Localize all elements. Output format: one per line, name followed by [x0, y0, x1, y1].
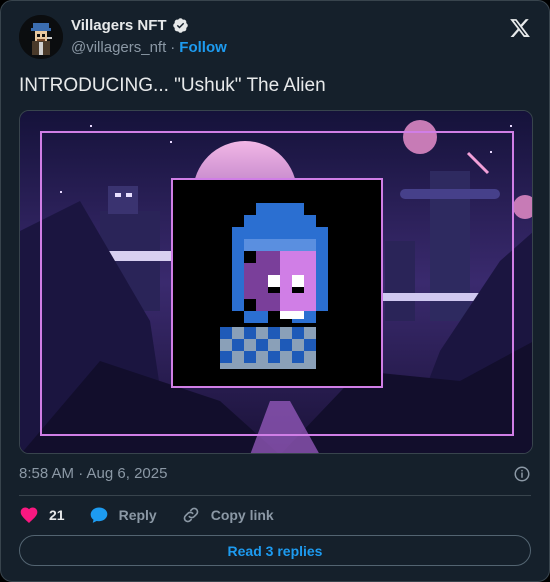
read-replies-button[interactable]: Read 3 replies	[19, 535, 531, 566]
avatar[interactable]	[19, 15, 63, 59]
reply-button[interactable]: Reply	[89, 505, 157, 525]
tweet-meta-row: 8:58 AM · Aug 6, 2025	[19, 465, 531, 485]
verified-badge-icon	[172, 18, 188, 33]
account-handle[interactable]: @villagers_nft	[71, 39, 166, 56]
alien-character	[220, 203, 328, 369]
tweet-card: Villagers NFT @villagers_nft · Follow IN…	[0, 0, 550, 582]
tweet-actions: 21 Reply Copy link	[19, 504, 274, 526]
heart-icon	[20, 507, 38, 524]
like-button[interactable]: 21	[19, 505, 65, 525]
speech-bubble-icon	[90, 507, 107, 523]
account-handle-row: @villagers_nft · Follow	[71, 39, 227, 56]
x-logo-icon[interactable]	[509, 17, 531, 39]
like-count: 21	[49, 507, 65, 523]
link-icon	[183, 507, 199, 523]
info-icon[interactable]	[513, 465, 531, 483]
separator-dot: ·	[170, 39, 176, 56]
avatar-image	[19, 15, 63, 59]
alien-pixel-art-image	[20, 111, 532, 453]
copy-link-button[interactable]: Copy link	[181, 505, 274, 525]
account-name[interactable]: Villagers NFT	[71, 17, 167, 34]
reply-label: Reply	[118, 507, 157, 523]
tweet-timestamp[interactable]: 8:58 AM · Aug 6, 2025	[19, 465, 167, 482]
follow-button[interactable]: Follow	[179, 39, 227, 56]
account-name-row: Villagers NFT	[71, 17, 189, 34]
copy-link-label: Copy link	[210, 507, 274, 523]
tweet-media[interactable]	[19, 110, 533, 454]
tweet-text: INTRODUCING... "Ushuk" The Alien	[19, 75, 326, 96]
tweet-header: Villagers NFT @villagers_nft · Follow	[19, 15, 531, 59]
divider	[19, 495, 531, 496]
